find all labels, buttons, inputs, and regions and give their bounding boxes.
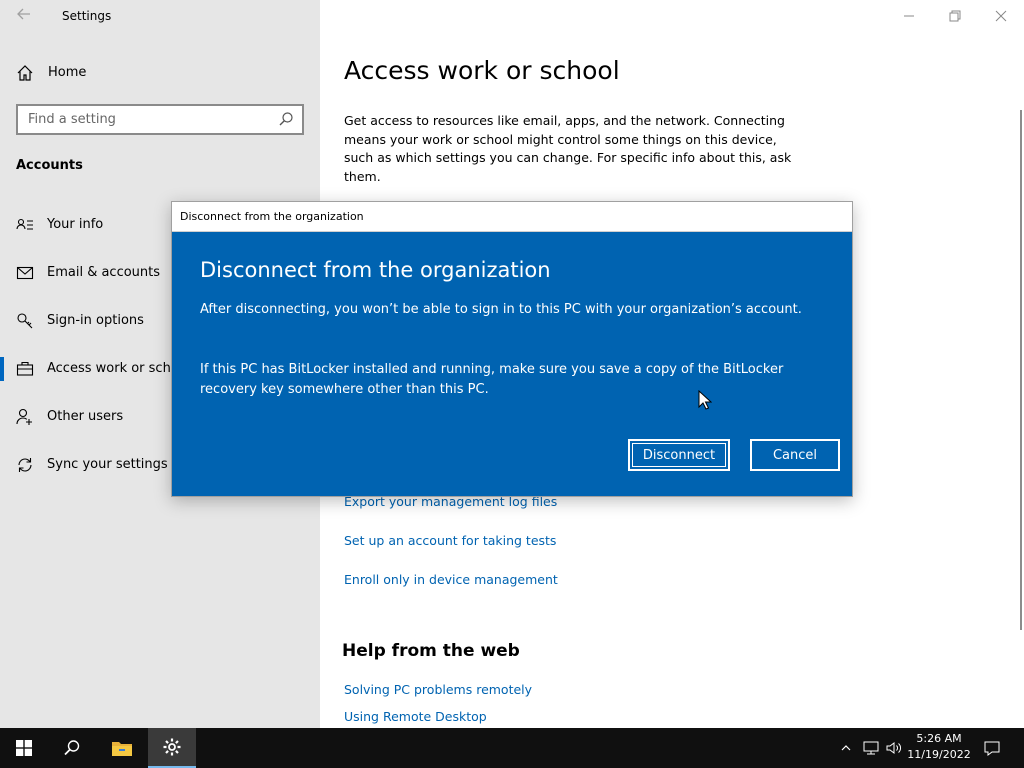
network-icon[interactable]	[860, 728, 882, 768]
mouse-cursor-icon	[698, 389, 713, 410]
minimize-icon[interactable]	[886, 0, 932, 32]
search-box[interactable]	[16, 104, 304, 135]
clock-date: 11/19/2022	[907, 748, 971, 761]
sidebar-item-home[interactable]: Home	[0, 58, 320, 88]
volume-icon[interactable]	[884, 728, 904, 768]
home-icon	[16, 64, 34, 82]
dialog-heading: Disconnect from the organization	[200, 258, 551, 282]
windows-start-icon[interactable]	[0, 728, 48, 768]
taskbar: 5:26 AM 11/19/2022	[0, 728, 1024, 768]
search-icon[interactable]	[48, 728, 96, 768]
page-description: Get access to resources like email, apps…	[344, 113, 792, 184]
key-icon	[16, 312, 34, 330]
notification-icon[interactable]	[978, 728, 1006, 768]
sync-icon	[16, 456, 34, 474]
setup-test-account-link[interactable]: Set up an account for taking tests	[344, 533, 556, 548]
section-label-accounts: Accounts	[16, 158, 83, 173]
page-title: Access work or school	[344, 56, 620, 85]
disconnect-button[interactable]: Disconnect	[628, 439, 730, 471]
sidebar-item-label: Sync your settings	[47, 457, 168, 472]
help-heading: Help from the web	[342, 641, 520, 661]
briefcase-icon	[16, 360, 34, 378]
mail-icon	[16, 264, 34, 282]
dialog-message: After disconnecting, you won’t be able t…	[200, 302, 802, 317]
settings-gear-icon[interactable]	[148, 728, 196, 768]
window-controls	[886, 0, 1024, 32]
person-add-icon	[16, 408, 34, 426]
scrollbar[interactable]	[1020, 110, 1022, 630]
cancel-button[interactable]: Cancel	[750, 439, 840, 471]
active-indicator	[0, 357, 4, 381]
sidebar-item-label: Sign-in options	[47, 313, 144, 328]
close-icon[interactable]	[978, 0, 1024, 32]
taskbar-clock[interactable]: 5:26 AM 11/19/2022	[904, 731, 974, 763]
back-arrow-icon[interactable]	[14, 6, 34, 26]
sidebar-item-label: Home	[48, 65, 87, 80]
sidebar-item-label: Your info	[47, 217, 104, 232]
remote-desktop-link[interactable]: Using Remote Desktop	[344, 709, 487, 724]
chevron-up-icon[interactable]	[836, 728, 856, 768]
dialog-window-title: Disconnect from the organization	[180, 210, 364, 223]
title-bar: Settings	[0, 0, 320, 32]
app-title: Settings	[62, 9, 112, 23]
sidebar-item-label: Access work or scho	[47, 361, 179, 376]
disconnect-dialog: Disconnect from the organization Disconn…	[171, 201, 853, 497]
dialog-bitlocker-warning: If this PC has BitLocker installed and r…	[200, 362, 784, 397]
dialog-titlebar: Disconnect from the organization	[172, 202, 852, 232]
search-input[interactable]	[18, 106, 268, 133]
clock-time: 5:26 AM	[916, 732, 962, 745]
restore-icon[interactable]	[932, 0, 978, 32]
sidebar-item-label: Email & accounts	[47, 265, 161, 280]
search-icon[interactable]	[278, 111, 294, 127]
file-explorer-icon[interactable]	[98, 728, 146, 768]
sidebar-item-label: Other users	[47, 409, 124, 424]
enroll-device-management-link[interactable]: Enroll only in device management	[344, 572, 558, 587]
person-card-icon	[16, 216, 34, 234]
solving-pc-problems-link[interactable]: Solving PC problems remotely	[344, 682, 532, 697]
